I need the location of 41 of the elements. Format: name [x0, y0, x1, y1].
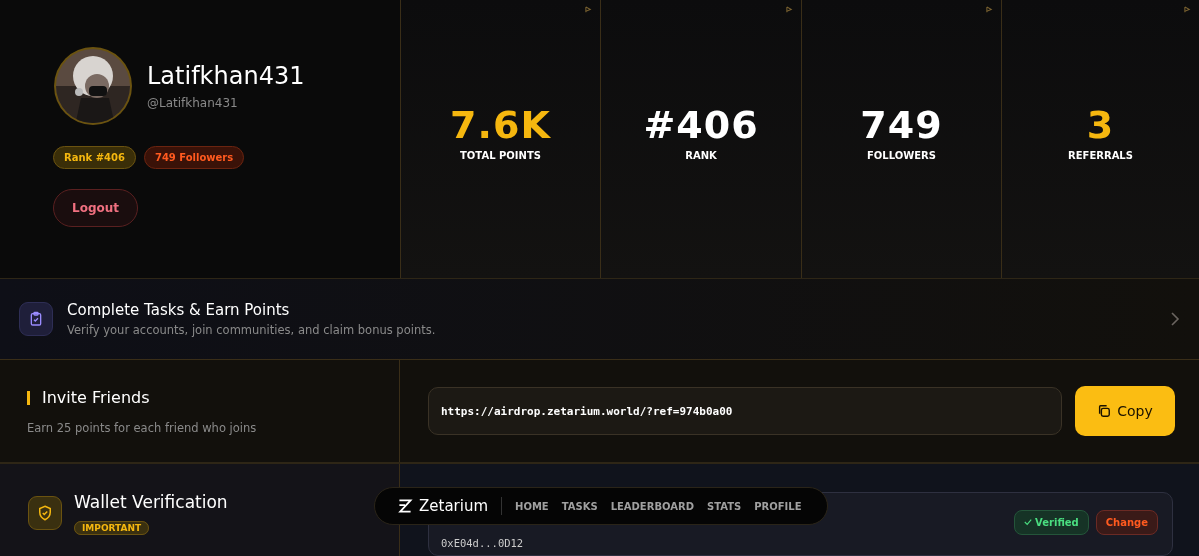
verified-badge: Verified: [1013, 510, 1089, 535]
change-button[interactable]: Change: [1095, 510, 1158, 535]
stat-icon: [986, 6, 993, 13]
stat-value: 749: [860, 106, 943, 144]
stat-label: TOTAL POINTS: [460, 150, 541, 161]
clipboard-icon: [19, 302, 53, 336]
invite-title: Invite Friends: [42, 388, 150, 407]
stat-icon: [786, 6, 793, 13]
stat-icon: [1184, 6, 1191, 13]
brand-logo[interactable]: Zetarium: [397, 497, 489, 515]
logo-icon: [397, 498, 413, 514]
wallet-address: 0xE04d...0D12: [441, 537, 524, 549]
nav-link[interactable]: TASKS: [561, 500, 598, 512]
tasks-subtitle: Verify your accounts, join communities, and claim bonus points.: [67, 323, 437, 337]
check-icon: [1023, 518, 1032, 526]
user-handle: @Latifkhan431: [147, 96, 239, 110]
logout-button[interactable]: Logout: [53, 189, 138, 227]
tasks-title: Complete Tasks & Earn Points: [67, 301, 291, 319]
stat-value: 7.6K: [450, 106, 551, 144]
nav-link[interactable]: STATS: [707, 500, 742, 512]
nav-link[interactable]: LEADERBOARD: [610, 500, 694, 512]
stat-label: REFERRALS: [1068, 150, 1133, 161]
referral-link-field[interactable]: https://airdrop.zetarium.world/?ref=974b0a00: [428, 387, 1062, 435]
copy-icon: [1097, 404, 1112, 418]
nav-link[interactable]: HOME: [515, 500, 549, 512]
important-tag: IMPORTANT: [74, 521, 150, 535]
followers-badge: 749 Followers: [143, 146, 245, 169]
invite-subtitle: Earn 25 points for each friend who joins: [27, 421, 258, 435]
chevron-right-icon: [1170, 311, 1180, 327]
stat-value: #406: [643, 106, 759, 144]
copy-button[interactable]: Copy: [1075, 386, 1175, 436]
username: Latifkhan431: [147, 62, 305, 90]
stat-label: FOLLOWERS: [867, 150, 936, 161]
rank-badge: Rank #406: [53, 146, 136, 169]
stat-label: RANK: [685, 150, 717, 161]
tasks-banner[interactable]: Complete Tasks & Earn Points Verify your accounts, join communities, and claim bonus points.: [0, 279, 1199, 360]
stat-icon: [585, 6, 592, 13]
shield-icon: [28, 496, 62, 530]
nav-link[interactable]: PROFILE: [754, 500, 802, 512]
stat-value: 3: [1086, 106, 1115, 144]
wallet-title: Wallet Verification: [74, 492, 228, 512]
